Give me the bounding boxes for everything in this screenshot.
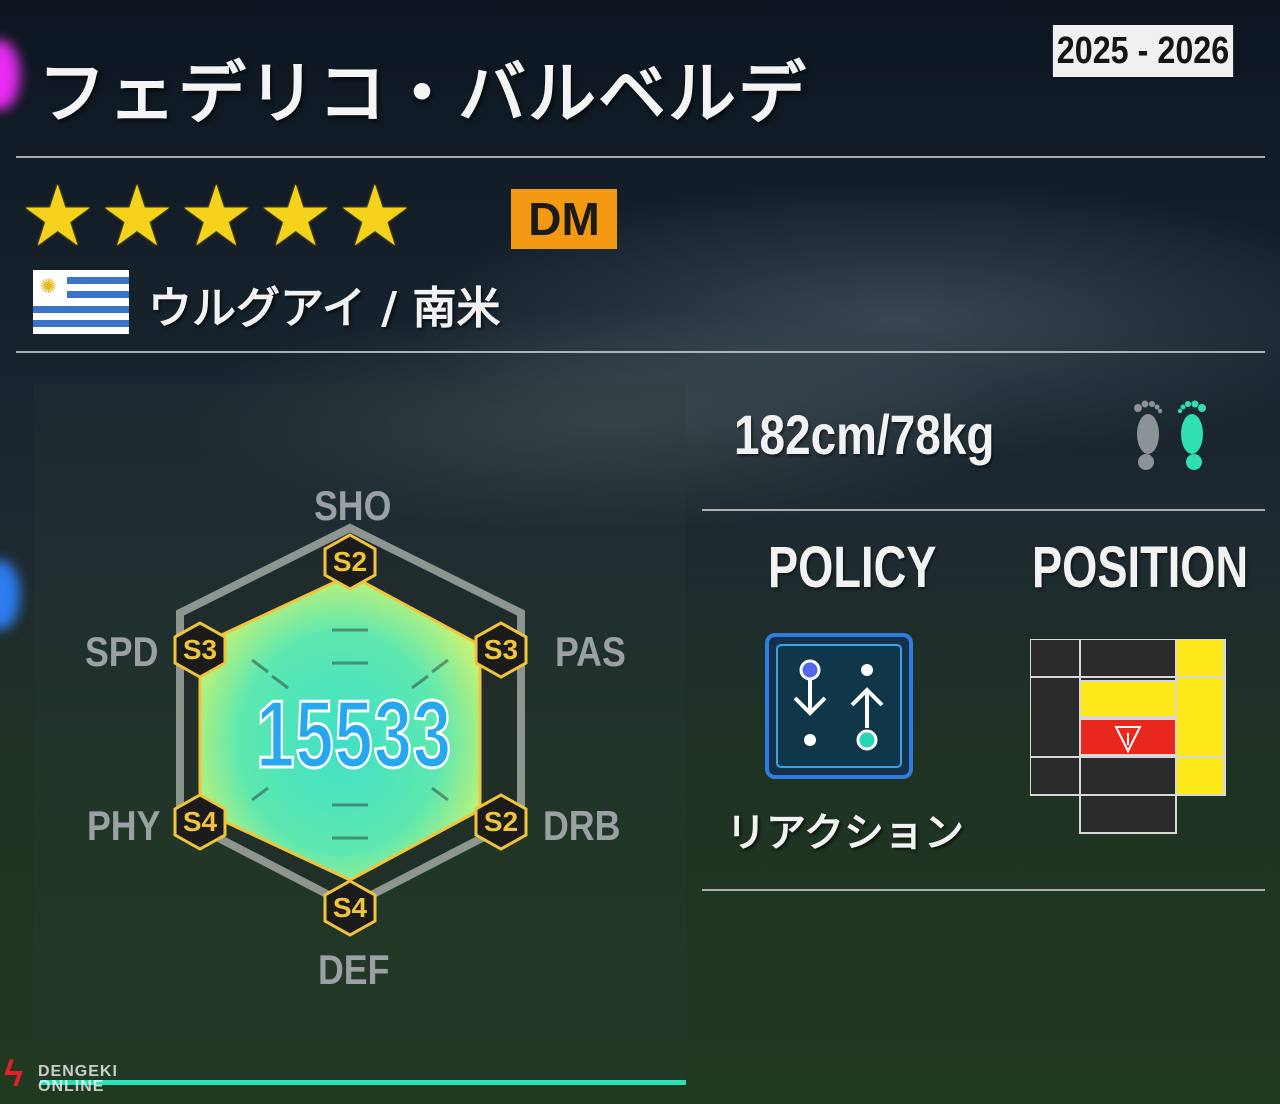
uruguay-flag-icon: ✺ (33, 270, 129, 334)
stat-label-def: DEF (318, 946, 390, 993)
lightning-logo-icon: ϟ (4, 1053, 24, 1094)
policy-label: リアクション (726, 810, 964, 856)
star-icon: ★ (99, 167, 175, 265)
stat-label-pas: PAS (555, 628, 626, 675)
stat-label-drb: DRB (543, 802, 621, 849)
grade-badge-spd: S3 (171, 621, 229, 679)
stat-label-sho: SHO (314, 482, 392, 529)
info-divider (16, 351, 1265, 353)
position-heatmap (1030, 639, 1226, 834)
stat-label-phy: PHY (87, 802, 161, 849)
position-heading: POSITION (1032, 535, 1249, 600)
star-icon: ★ (257, 167, 334, 265)
star-icon: ★ (20, 167, 96, 265)
season-badge: 2025 - 2026 (1052, 25, 1234, 77)
sun-of-may-icon: ✺ (40, 274, 57, 298)
overall-power-value: 15533 (255, 680, 452, 790)
position-badge: DM (511, 189, 617, 249)
grade-badge-def: S4 (321, 879, 379, 937)
height-weight: 182cm/78kg (734, 403, 995, 466)
grade-badge-sho: S2 (321, 533, 379, 591)
accent-bar (40, 1080, 686, 1085)
header-divider (16, 156, 1265, 158)
stat-label-spd: SPD (85, 628, 159, 675)
player-name: フェデリコ・バルベルデ (38, 55, 809, 134)
body-divider (702, 509, 1265, 511)
bottom-divider (702, 889, 1265, 891)
left-foot-icon (1134, 400, 1163, 470)
right-foot-icon (1177, 400, 1206, 470)
grade-badge-phy: S4 (171, 793, 229, 851)
magenta-edge-glow (0, 40, 20, 110)
rarity-stars: ★ ★ ★ ★ ★ (20, 167, 413, 265)
star-icon: ★ (178, 167, 254, 265)
preferred-foot-icon (1134, 400, 1206, 470)
policy-heading: POLICY (768, 535, 937, 600)
grade-badge-pas: S3 (472, 621, 530, 679)
nationality-label: ウルグアイ / 南米 (148, 283, 501, 334)
star-icon: ★ (337, 167, 413, 265)
reaction-arrows-icon[interactable] (765, 633, 913, 779)
grade-badge-drb: S2 (472, 793, 530, 851)
